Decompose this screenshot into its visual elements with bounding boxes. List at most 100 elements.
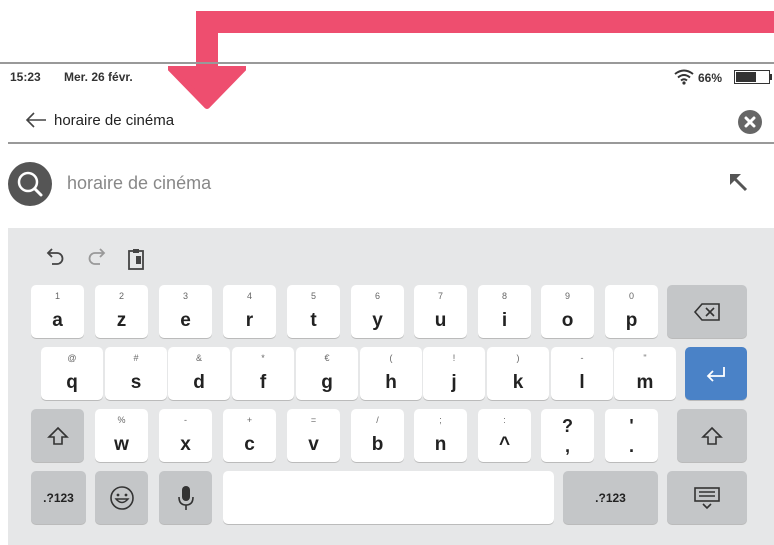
microphone-icon bbox=[177, 485, 194, 510]
key-label-top: ? bbox=[562, 416, 573, 436]
hide-keyboard-key[interactable] bbox=[667, 471, 747, 524]
key-label: f bbox=[259, 372, 267, 393]
enter-key[interactable] bbox=[685, 347, 747, 400]
key-hint: 4 bbox=[246, 291, 252, 301]
key-8[interactable]: -l bbox=[551, 347, 613, 400]
key-9[interactable]: " m bbox=[614, 347, 676, 400]
key-8[interactable]: 9o bbox=[541, 285, 594, 338]
key-label: v bbox=[308, 434, 319, 455]
search-bar-divider bbox=[8, 142, 774, 144]
battery-icon bbox=[734, 70, 770, 84]
key-label: ^ bbox=[498, 434, 511, 455]
punct-key-0[interactable]: ?, bbox=[541, 409, 594, 462]
key-4[interactable]: € g bbox=[296, 347, 358, 400]
key-6[interactable]: 7u bbox=[414, 285, 467, 338]
search-input[interactable]: horaire de cinéma bbox=[54, 112, 174, 129]
key-2[interactable]: + c bbox=[223, 409, 276, 462]
key-label: j bbox=[451, 372, 457, 393]
key-1[interactable]: -x bbox=[159, 409, 212, 462]
enter-icon bbox=[706, 366, 725, 382]
key-label: r bbox=[245, 310, 254, 331]
clipboard-icon[interactable] bbox=[126, 247, 148, 271]
backspace-key[interactable] bbox=[667, 285, 747, 338]
backspace-icon bbox=[693, 302, 720, 321]
key-label: o bbox=[561, 310, 574, 331]
back-arrow-icon[interactable] bbox=[24, 110, 48, 130]
symbols-key-left[interactable]: .?123 bbox=[31, 471, 86, 524]
key-label: n bbox=[434, 434, 447, 455]
key-label: x bbox=[180, 434, 191, 455]
emoji-icon bbox=[109, 485, 134, 510]
key-1[interactable]: 2z bbox=[95, 285, 148, 338]
key-label-bottom: . bbox=[628, 436, 634, 456]
key-label: k bbox=[512, 372, 524, 393]
key-hint: 8 bbox=[501, 291, 507, 301]
key-4[interactable]: 5t bbox=[287, 285, 340, 338]
key-7[interactable]: ) k bbox=[487, 347, 549, 400]
key-label-top: ' bbox=[629, 416, 634, 436]
key-0[interactable]: @ q bbox=[41, 347, 103, 400]
key-7[interactable]: 8i bbox=[478, 285, 531, 338]
key-hint: + bbox=[246, 415, 253, 425]
key-5[interactable]: ; n bbox=[414, 409, 467, 462]
key-label: u bbox=[434, 310, 447, 331]
key-hint: € bbox=[324, 353, 330, 363]
key-0[interactable]: % w bbox=[95, 409, 148, 462]
key-5[interactable]: (h bbox=[360, 347, 422, 400]
shift-key-left[interactable] bbox=[31, 409, 84, 462]
key-hint: 7 bbox=[437, 291, 443, 301]
emoji-key[interactable] bbox=[95, 471, 148, 524]
key-hint: ) bbox=[516, 353, 520, 363]
status-bar-divider bbox=[0, 62, 774, 64]
annotation-arrow-head bbox=[168, 66, 246, 109]
key-4[interactable]: / b bbox=[351, 409, 404, 462]
wifi-icon bbox=[674, 69, 694, 85]
key-label: p bbox=[625, 310, 638, 331]
shift-icon bbox=[46, 426, 69, 445]
suggestion-item[interactable]: horaire de cinéma bbox=[67, 173, 211, 194]
key-3[interactable]: 4r bbox=[223, 285, 276, 338]
key-hint: - bbox=[580, 353, 584, 363]
key-hint: @ bbox=[67, 353, 77, 363]
key-label: h bbox=[385, 372, 397, 393]
key-3[interactable]: * f bbox=[232, 347, 294, 400]
key-label: y bbox=[372, 310, 383, 331]
key-label: d bbox=[193, 372, 205, 393]
key-label: t bbox=[310, 310, 317, 331]
key-label: i bbox=[501, 310, 508, 331]
microphone-key[interactable] bbox=[159, 471, 212, 524]
space-key[interactable] bbox=[223, 471, 554, 524]
key-hint: - bbox=[184, 415, 187, 425]
annotation-arrow-vertical bbox=[196, 11, 218, 69]
key-5[interactable]: 6y bbox=[351, 285, 404, 338]
key-hint: * bbox=[261, 353, 265, 363]
shift-key-right[interactable] bbox=[677, 409, 747, 462]
shift-icon bbox=[701, 426, 723, 445]
hide-keyboard-icon bbox=[694, 486, 720, 509]
battery-percent: 66% bbox=[698, 71, 723, 85]
key-label: m bbox=[636, 372, 654, 393]
key-hint: 2 bbox=[118, 291, 124, 301]
key-hint: 0 bbox=[628, 291, 634, 301]
key-3[interactable]: = v bbox=[287, 409, 340, 462]
key-6[interactable]: ! j bbox=[423, 347, 485, 400]
key-1[interactable]: # s bbox=[105, 347, 167, 400]
key-hint: % bbox=[117, 415, 126, 425]
key-2[interactable]: 3e bbox=[159, 285, 212, 338]
redo-icon[interactable] bbox=[86, 247, 108, 269]
key-hint: = bbox=[310, 415, 317, 425]
key-0[interactable]: 1a bbox=[31, 285, 84, 338]
undo-icon[interactable] bbox=[44, 247, 66, 269]
status-time: 15:23 bbox=[10, 70, 41, 84]
punct-key-1[interactable]: '. bbox=[605, 409, 658, 462]
clear-icon[interactable] bbox=[738, 110, 762, 134]
key-6[interactable]: : ^ bbox=[478, 409, 531, 462]
key-hint: 3 bbox=[182, 291, 188, 301]
symbols-key-label: .?123 bbox=[43, 490, 74, 505]
key-label: s bbox=[130, 372, 142, 393]
key-9[interactable]: 0p bbox=[605, 285, 658, 338]
key-hint: : bbox=[503, 415, 506, 425]
key-2[interactable]: & d bbox=[168, 347, 230, 400]
symbols-key-right[interactable]: .?123 bbox=[563, 471, 658, 524]
fill-query-arrow-icon[interactable] bbox=[728, 172, 750, 194]
